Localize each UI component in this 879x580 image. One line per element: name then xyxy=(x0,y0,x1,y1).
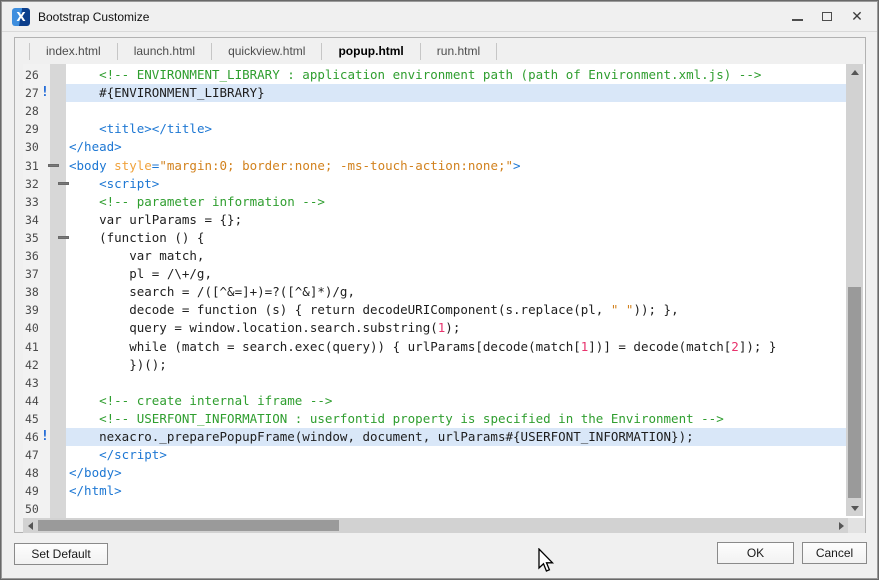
window-title: Bootstrap Customize xyxy=(38,10,785,24)
code-line[interactable]: (function () { xyxy=(66,229,846,247)
line-number: 28 xyxy=(25,102,39,120)
code-line[interactable]: <title></title> xyxy=(66,120,846,138)
close-button[interactable]: ✕ xyxy=(845,6,869,28)
code-line[interactable]: </body> xyxy=(66,464,846,482)
close-icon: ✕ xyxy=(851,10,863,24)
fold-margin xyxy=(50,64,66,518)
tab-index-html[interactable]: index.html xyxy=(29,43,117,60)
line-number: 27 xyxy=(25,84,39,102)
code-line[interactable]: query = window.location.search.substring… xyxy=(66,319,846,337)
warning-icon: ! xyxy=(41,428,49,446)
code-line[interactable]: <!-- parameter information --> xyxy=(66,193,846,211)
code-line[interactable]: #{ENVIRONMENT_LIBRARY} xyxy=(66,84,846,102)
tab-launch-html[interactable]: launch.html xyxy=(117,43,211,60)
line-number: 34 xyxy=(25,211,39,229)
cancel-button[interactable]: Cancel xyxy=(802,542,867,564)
line-number: 35 xyxy=(25,229,39,247)
nexacro-logo-icon: X xyxy=(12,8,30,26)
code-line[interactable]: pl = /\+/g, xyxy=(66,265,846,283)
line-number: 41 xyxy=(25,338,39,356)
code-line[interactable]: decode = function (s) { return decodeURI… xyxy=(66,301,846,319)
line-number: 47 xyxy=(25,446,39,464)
code-area[interactable]: <!-- ENVIRONMENT_LIBRARY : application e… xyxy=(66,64,846,518)
tab-popup-html[interactable]: popup.html xyxy=(321,43,419,60)
line-number: 50 xyxy=(25,500,39,518)
maximize-button[interactable] xyxy=(815,6,839,28)
editor-group: index.htmllaunch.htmlquickview.htmlpopup… xyxy=(14,37,866,533)
horizontal-scrollbar[interactable] xyxy=(23,518,848,533)
line-number: 31 xyxy=(25,157,39,175)
mouse-cursor xyxy=(537,548,555,574)
line-number: 33 xyxy=(25,193,39,211)
line-number: 36 xyxy=(25,247,39,265)
line-number: 38 xyxy=(25,283,39,301)
code-line[interactable]: </head> xyxy=(66,138,846,156)
title-bar: X Bootstrap Customize ✕ xyxy=(2,2,877,32)
scrollbar-corner xyxy=(848,518,865,533)
code-line[interactable]: <body style="margin:0; border:none; -ms-… xyxy=(66,157,846,175)
line-number: 45 xyxy=(25,410,39,428)
line-number: 26 xyxy=(25,66,39,84)
code-line[interactable]: <!-- create internal iframe --> xyxy=(66,392,846,410)
arrow-right-icon xyxy=(839,522,844,530)
arrow-up-icon xyxy=(851,70,859,75)
vertical-scrollbar[interactable] xyxy=(846,64,863,516)
code-line[interactable]: while (match = search.exec(query)) { url… xyxy=(66,338,846,356)
line-number: 48 xyxy=(25,464,39,482)
h-scroll-thumb[interactable] xyxy=(38,520,339,531)
v-scroll-up-button[interactable] xyxy=(846,64,863,80)
v-scroll-down-button[interactable] xyxy=(846,500,863,516)
code-line[interactable] xyxy=(66,374,846,392)
minimize-icon xyxy=(792,19,803,21)
code-line[interactable]: var urlParams = {}; xyxy=(66,211,846,229)
maximize-icon xyxy=(822,12,832,21)
arrow-left-icon xyxy=(28,522,33,530)
set-default-button[interactable]: Set Default xyxy=(14,543,108,565)
code-line[interactable] xyxy=(66,102,846,120)
line-number: 32 xyxy=(25,175,39,193)
code-line[interactable]: var match, xyxy=(66,247,846,265)
line-number: 29 xyxy=(25,120,39,138)
h-scroll-right-button[interactable] xyxy=(834,518,848,533)
v-scroll-thumb[interactable] xyxy=(848,287,861,498)
fold-marker-icon[interactable] xyxy=(48,164,59,167)
line-number: 40 xyxy=(25,319,39,337)
code-line[interactable]: </script> xyxy=(66,446,846,464)
line-number: 49 xyxy=(25,482,39,500)
code-line[interactable]: })(); xyxy=(66,356,846,374)
code-region: 2627!28293031323334353637383940414243444… xyxy=(23,64,865,518)
code-line[interactable] xyxy=(66,500,846,518)
line-number: 43 xyxy=(25,374,39,392)
code-editor: 2627!28293031323334353637383940414243444… xyxy=(23,64,865,533)
ok-button[interactable]: OK xyxy=(717,542,794,564)
bootstrap-customize-dialog: X Bootstrap Customize ✕ index.htmllaunch… xyxy=(0,0,879,580)
line-number: 30 xyxy=(25,138,39,156)
code-line[interactable]: <!-- ENVIRONMENT_LIBRARY : application e… xyxy=(66,66,846,84)
line-number: 37 xyxy=(25,265,39,283)
line-number-gutter: 2627!28293031323334353637383940414243444… xyxy=(23,64,50,518)
window-controls: ✕ xyxy=(785,6,869,28)
line-number: 39 xyxy=(25,301,39,319)
line-number: 42 xyxy=(25,356,39,374)
code-line[interactable]: <!-- USERFONT_INFORMATION : userfontid p… xyxy=(66,410,846,428)
line-number: 44 xyxy=(25,392,39,410)
tab-run-html[interactable]: run.html xyxy=(420,43,497,60)
warning-icon: ! xyxy=(41,84,49,102)
code-line[interactable]: </html> xyxy=(66,482,846,500)
code-line[interactable]: search = /([^&=]+)=?([^&]*)/g, xyxy=(66,283,846,301)
arrow-down-icon xyxy=(851,506,859,511)
line-number: 46 xyxy=(25,428,39,446)
tab-bar: index.htmllaunch.htmlquickview.htmlpopup… xyxy=(15,38,865,64)
code-line[interactable]: <script> xyxy=(66,175,846,193)
code-line[interactable]: nexacro._preparePopupFrame(window, docum… xyxy=(66,428,846,446)
minimize-button[interactable] xyxy=(785,6,809,28)
h-scroll-left-button[interactable] xyxy=(23,518,37,533)
tab-quickview-html[interactable]: quickview.html xyxy=(211,43,321,60)
